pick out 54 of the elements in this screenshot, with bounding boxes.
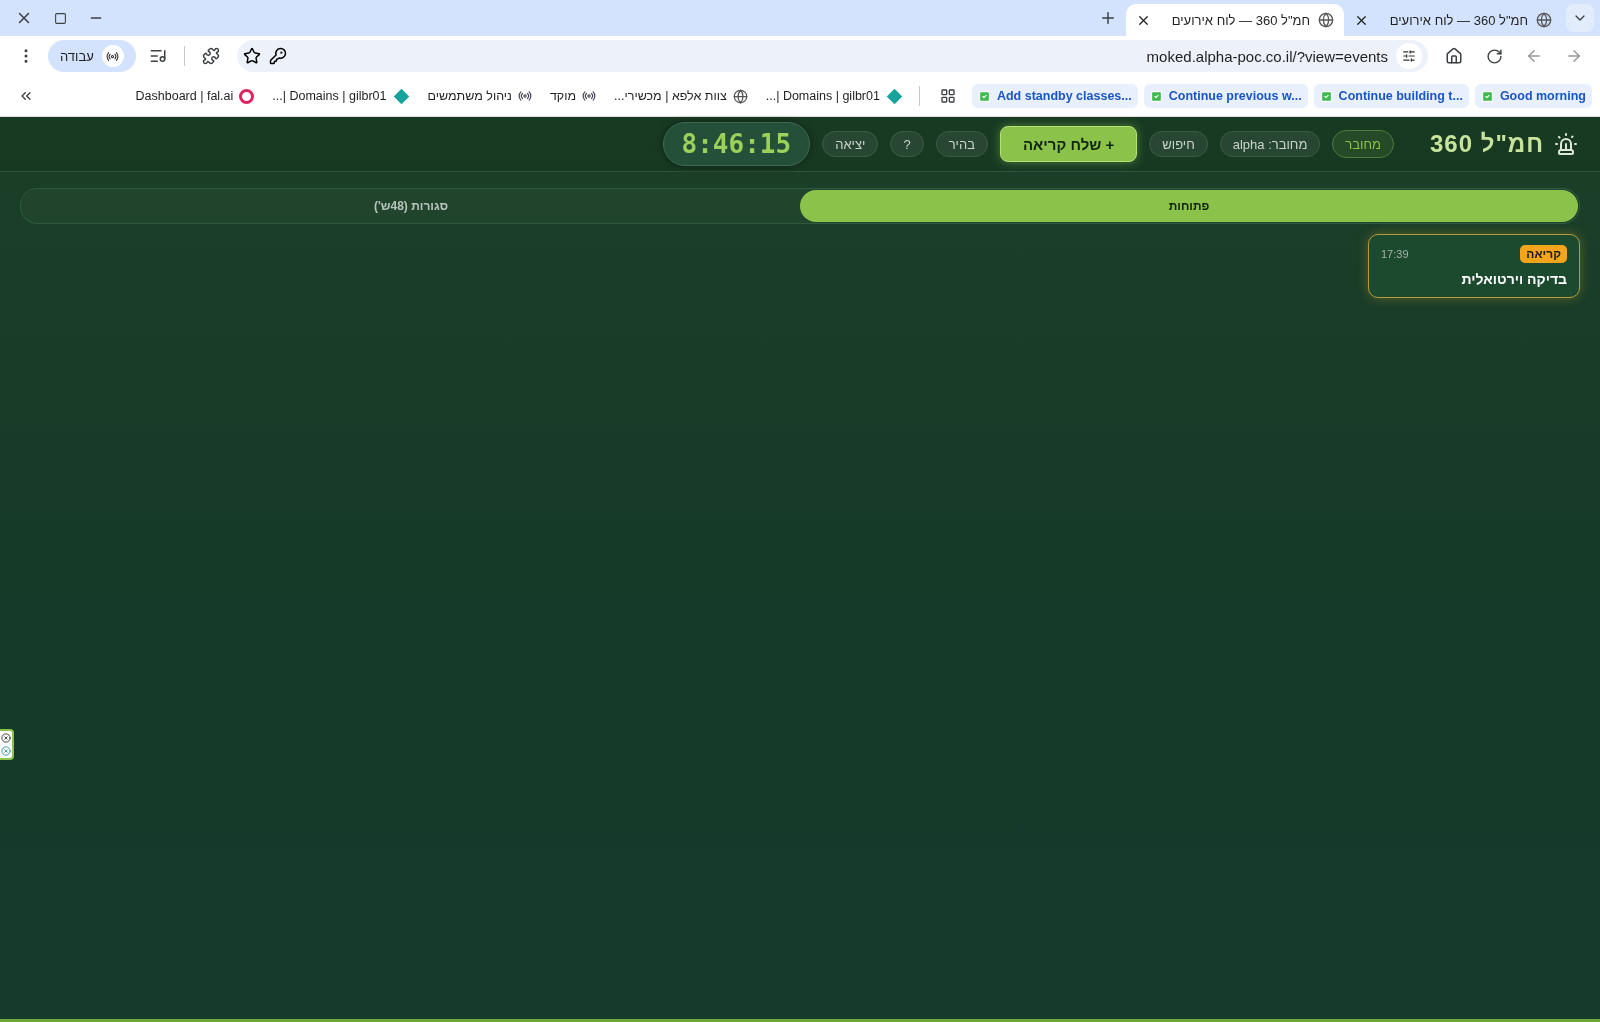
checkbox-icon — [1480, 89, 1494, 103]
app-title: חמ"ל 360 — [1429, 130, 1544, 158]
bookmark[interactable]: Domains | gilbr01 |... — [759, 84, 909, 108]
key-icon[interactable] — [268, 47, 287, 65]
reload-icon[interactable] — [1485, 47, 1503, 65]
browser-tab[interactable]: חמ"ל 360 — לוח אירועים — [1126, 4, 1344, 36]
radio-icon — [517, 89, 532, 103]
avatar-icon — [101, 45, 124, 67]
puzzle-icon[interactable] — [201, 47, 220, 65]
ring-icon — [239, 88, 255, 104]
back-icon[interactable] — [1525, 47, 1543, 65]
bookmark[interactable]: Continue previous w... — [1143, 84, 1308, 108]
globe-icon — [732, 88, 748, 104]
home-icon[interactable] — [1445, 47, 1463, 65]
bookmark[interactable]: Good morning — [1474, 84, 1592, 108]
globe-icon — [1318, 12, 1334, 28]
event-type-badge: קריאה — [1520, 245, 1567, 263]
header-button[interactable]: ? — [890, 131, 924, 157]
view-tab[interactable]: פתוחות — [800, 190, 1578, 222]
clock: 8:46:15 — [662, 122, 811, 166]
side-widget[interactable] — [0, 729, 14, 760]
new-tab-icon[interactable] — [1099, 9, 1117, 27]
header-button[interactable]: + שלח קריאה — [999, 126, 1138, 162]
bookmark[interactable]: Continue building t... — [1313, 84, 1469, 108]
address-bar[interactable]: moked.alpha-poc.co.il/?view=events — [236, 40, 1428, 72]
site-settings-icon[interactable] — [1396, 43, 1422, 69]
status-label: מחובר — [1332, 130, 1394, 158]
checkbox-icon — [977, 89, 991, 103]
radio-icon — [582, 89, 597, 103]
header-button[interactable]: יציאה — [822, 131, 879, 157]
bookmark[interactable]: Domains | gilbr01 |... — [266, 84, 416, 108]
maximize-icon[interactable] — [53, 11, 67, 25]
music-list-icon[interactable] — [148, 47, 167, 65]
header-button[interactable]: בהיר — [935, 131, 988, 157]
globe-icon — [1536, 12, 1552, 28]
close-icon[interactable] — [1, 733, 11, 743]
forward-icon[interactable] — [1565, 47, 1583, 65]
bookmark[interactable]: ניהול משתמשים — [421, 84, 538, 108]
bookmark[interactable]: Add standby classes... — [971, 84, 1138, 108]
checkbox-icon — [1319, 89, 1333, 103]
header-button[interactable]: מחובר: alpha — [1219, 131, 1321, 157]
checkbox-icon — [1149, 89, 1163, 103]
siren-icon — [1554, 132, 1578, 156]
header-button[interactable]: חיפוש — [1149, 131, 1208, 157]
bookmark[interactable]: צוות אלפא | מכשירי... — [608, 84, 754, 108]
event-title: בדיקה וירטואלית — [1460, 271, 1567, 287]
event-time: 17:39 — [1381, 248, 1409, 260]
bookmark[interactable]: Dashboard | fal.ai — [129, 84, 261, 108]
profile-button[interactable]: עבודה — [48, 40, 136, 72]
view-tab[interactable]: סגורות (48ש') — [22, 190, 800, 222]
grid-icon[interactable] — [939, 88, 956, 104]
bookmark[interactable]: מוקד — [543, 84, 603, 108]
star-icon[interactable] — [242, 47, 261, 65]
browser-tab[interactable]: חמ"ל 360 — לוח אירועים — [1344, 4, 1562, 36]
